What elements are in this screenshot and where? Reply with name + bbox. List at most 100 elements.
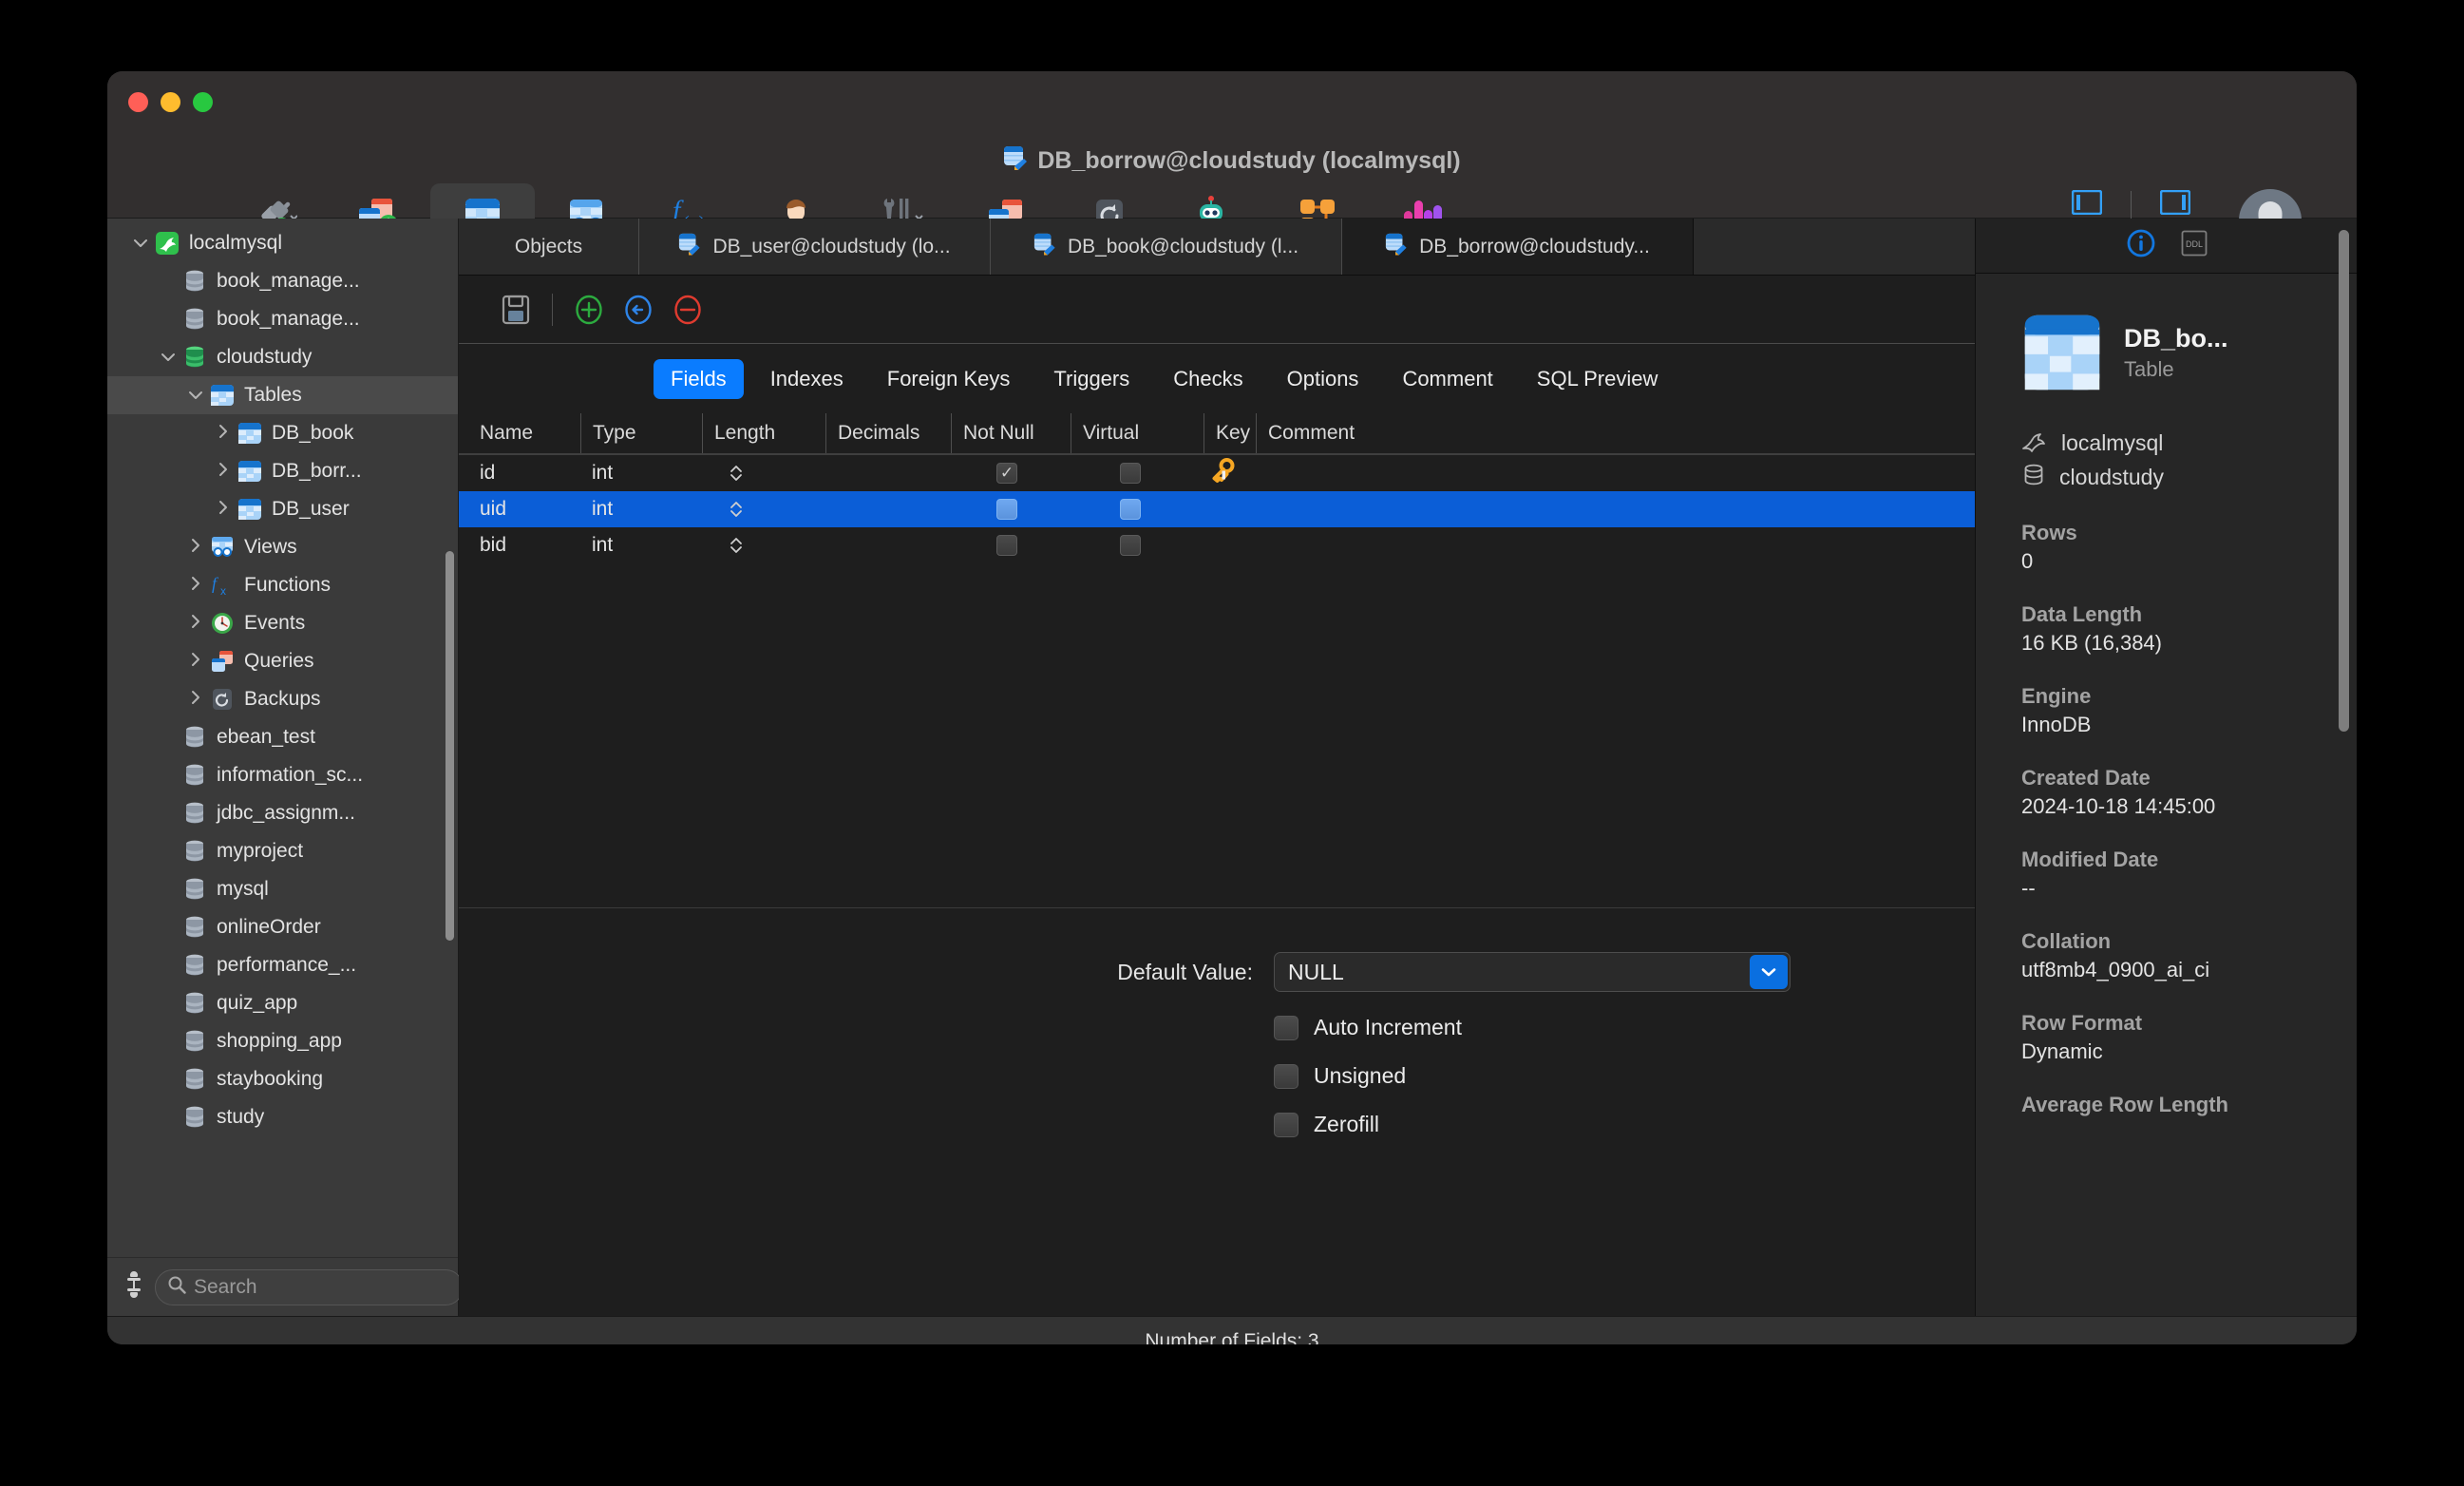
field-not-null-checkbox[interactable] [951, 491, 1071, 527]
field-type-cell[interactable]: int [580, 527, 702, 563]
tree-item-cloudstudy[interactable]: cloudstudy [107, 338, 458, 376]
tree-item-study[interactable]: study [107, 1098, 458, 1136]
chevron-down-icon[interactable] [183, 386, 208, 405]
tree-item-functions[interactable]: fxFunctions [107, 566, 458, 604]
field-grid-body[interactable]: idint ✓ uidintbidint [459, 455, 1975, 563]
document-tab-db-user-cloudstudy-lo[interactable]: DB_user@cloudstudy (lo... [639, 219, 991, 275]
document-tab-objects[interactable]: Objects [459, 219, 639, 275]
chevron-right-icon[interactable] [183, 538, 208, 558]
flag-row-zerofill[interactable]: Zerofill [459, 1112, 1975, 1137]
chevron-right-icon[interactable] [211, 424, 236, 444]
chevron-right-icon[interactable] [183, 614, 208, 634]
subtab-sql-preview[interactable]: SQL Preview [1520, 359, 1676, 399]
field-comment-cell[interactable] [1256, 455, 1446, 491]
column-header-length[interactable]: Length [702, 413, 825, 453]
tree-item-performance[interactable]: performance_... [107, 946, 458, 984]
chevron-right-icon[interactable] [183, 652, 208, 672]
subtab-comment[interactable]: Comment [1385, 359, 1509, 399]
checkbox[interactable]: ✓ [996, 463, 1017, 484]
field-key-cell[interactable] [1204, 455, 1256, 491]
tree-item-mysql[interactable]: mysql [107, 870, 458, 908]
chevron-right-icon[interactable] [183, 690, 208, 710]
tree-item-db-book[interactable]: DB_book [107, 414, 458, 452]
checkbox[interactable] [1120, 535, 1141, 556]
subtab-indexes[interactable]: Indexes [753, 359, 861, 399]
tree-item-onlineorder[interactable]: onlineOrder [107, 908, 458, 946]
navigation-tree[interactable]: localmysqlbook_manage...book_manage...cl… [107, 219, 458, 1257]
plus-circle-icon[interactable] [564, 294, 614, 326]
field-type-cell[interactable]: int [580, 491, 702, 527]
checkbox[interactable] [1120, 463, 1141, 484]
column-header-comment[interactable]: Comment [1256, 413, 1446, 453]
column-header-virtual[interactable]: Virtual [1071, 413, 1204, 453]
close-button[interactable] [128, 92, 148, 112]
field-length-cell[interactable] [702, 491, 825, 527]
flag-row-auto-increment[interactable]: Auto Increment [459, 1015, 1975, 1040]
search-box[interactable] [155, 1269, 464, 1305]
tree-item-views[interactable]: Views [107, 528, 458, 566]
length-stepper[interactable] [729, 536, 744, 555]
field-decimals-cell[interactable] [825, 491, 951, 527]
field-comment-cell[interactable] [1256, 527, 1446, 563]
tree-item-quiz-app[interactable]: quiz_app [107, 984, 458, 1022]
minimize-button[interactable] [161, 92, 180, 112]
checkbox[interactable] [996, 535, 1017, 556]
tree-item-tables[interactable]: Tables [107, 376, 458, 414]
tree-item-queries[interactable]: Queries [107, 642, 458, 680]
chevron-right-icon[interactable] [211, 462, 236, 482]
field-not-null-checkbox[interactable] [951, 527, 1071, 563]
tree-item-ebean-test[interactable]: ebean_test [107, 718, 458, 756]
chevron-down-icon[interactable] [128, 234, 153, 253]
subtab-fields[interactable]: Fields [654, 359, 744, 399]
field-row[interactable]: idint ✓ [459, 455, 1975, 491]
document-tab-db-borrow-cloudstudy[interactable]: DB_borrow@cloudstudy... [1342, 219, 1694, 275]
minus-circle-icon[interactable] [663, 294, 712, 326]
tree-item-db-user[interactable]: DB_user [107, 490, 458, 528]
tree-item-book-manage[interactable]: book_manage... [107, 262, 458, 300]
flag-row-unsigned[interactable]: Unsigned [459, 1063, 1975, 1089]
field-comment-cell[interactable] [1256, 491, 1446, 527]
tree-item-db-borr[interactable]: DB_borr... [107, 452, 458, 490]
column-header-name[interactable]: Name [459, 413, 580, 453]
panel-left-icon[interactable] [2072, 190, 2102, 219]
tree-item-localmysql[interactable]: localmysql [107, 224, 458, 262]
tree-item-book-manage[interactable]: book_manage... [107, 300, 458, 338]
length-stepper[interactable] [729, 464, 744, 483]
column-header-key[interactable]: Key [1204, 413, 1256, 453]
field-name-cell[interactable]: uid [459, 491, 580, 527]
field-name-cell[interactable]: id [459, 455, 580, 491]
ddl-icon[interactable]: DDL [2181, 230, 2208, 261]
save-floppy-icon[interactable] [491, 295, 540, 325]
column-header-decimals[interactable]: Decimals [825, 413, 951, 453]
field-virtual-checkbox[interactable] [1071, 527, 1204, 563]
subtab-checks[interactable]: Checks [1156, 359, 1260, 399]
default-value-combobox[interactable]: NULL [1274, 952, 1791, 992]
search-input[interactable] [194, 1276, 451, 1299]
field-type-cell[interactable]: int [580, 455, 702, 491]
info-circle-icon[interactable] [2126, 228, 2156, 263]
field-row[interactable]: uidint [459, 491, 1975, 527]
checkbox[interactable] [1120, 499, 1141, 520]
subtab-options[interactable]: Options [1270, 359, 1376, 399]
checkbox[interactable] [1274, 1113, 1298, 1137]
checkbox[interactable] [1274, 1016, 1298, 1040]
field-length-cell[interactable] [702, 527, 825, 563]
field-virtual-checkbox[interactable] [1071, 455, 1204, 491]
field-not-null-checkbox[interactable]: ✓ [951, 455, 1071, 491]
column-header-not-null[interactable]: Not Null [951, 413, 1071, 453]
tree-item-backups[interactable]: Backups [107, 680, 458, 718]
field-virtual-checkbox[interactable] [1071, 491, 1204, 527]
length-stepper[interactable] [729, 500, 744, 519]
subtab-foreign-keys[interactable]: Foreign Keys [870, 359, 1028, 399]
tree-item-staybooking[interactable]: staybooking [107, 1060, 458, 1098]
field-name-cell[interactable]: bid [459, 527, 580, 563]
field-key-cell[interactable] [1204, 491, 1256, 527]
connection-small-icon[interactable] [123, 1269, 145, 1305]
panel-right-icon[interactable] [2160, 190, 2190, 219]
chevron-down-icon[interactable] [1750, 955, 1788, 989]
field-length-cell[interactable] [702, 455, 825, 491]
tree-item-jdbc-assignm[interactable]: jdbc_assignm... [107, 794, 458, 832]
tree-item-information-sc[interactable]: information_sc... [107, 756, 458, 794]
column-header-type[interactable]: Type [580, 413, 702, 453]
chevron-right-icon[interactable] [211, 500, 236, 520]
